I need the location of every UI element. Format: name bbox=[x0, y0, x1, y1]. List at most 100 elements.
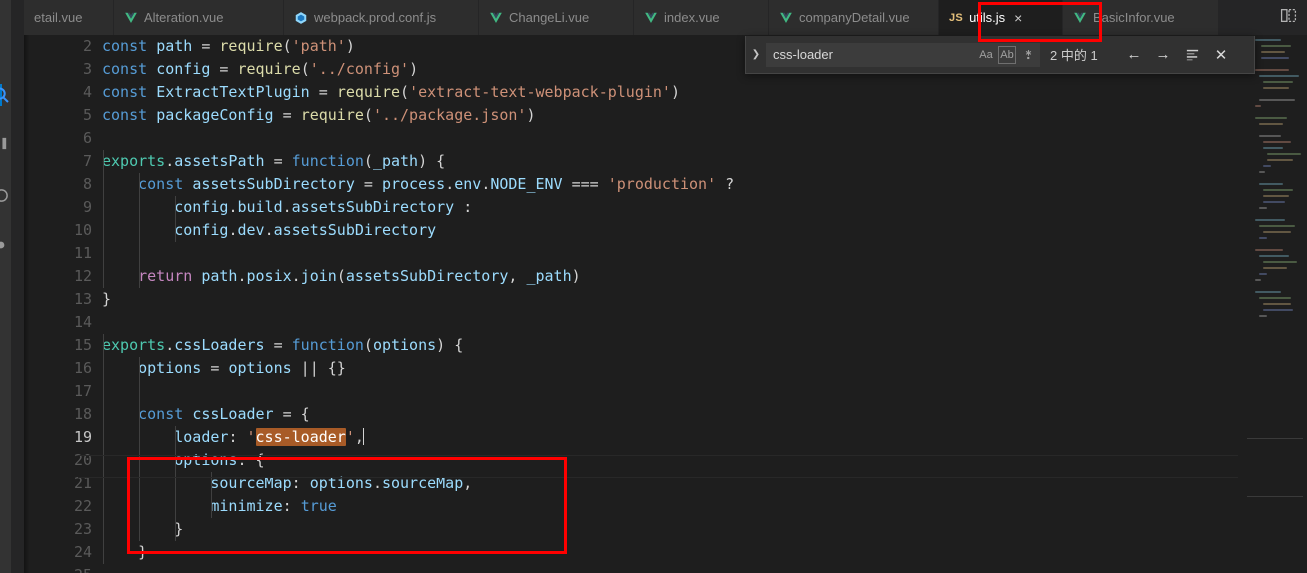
code-line: loader: 'css-loader', bbox=[174, 428, 364, 446]
code-content[interactable]: const path = require('path') const config… bbox=[102, 35, 1307, 573]
code-line: minimize: true bbox=[210, 497, 337, 515]
vue-icon bbox=[644, 11, 658, 25]
minimap-line bbox=[1259, 297, 1291, 299]
vue-icon bbox=[489, 11, 503, 25]
tab-label: index.vue bbox=[664, 10, 720, 25]
minimap-line bbox=[1261, 51, 1285, 53]
minimap[interactable] bbox=[1245, 35, 1307, 573]
minimap-line bbox=[1263, 141, 1291, 143]
minimap-line bbox=[1255, 117, 1287, 119]
find-next-button[interactable]: → bbox=[1153, 45, 1173, 65]
tab-label: Alteration.vue bbox=[144, 10, 224, 25]
code-line: } bbox=[102, 520, 184, 538]
vue-icon bbox=[124, 11, 138, 25]
minimap-line bbox=[1263, 189, 1293, 191]
code-line: } bbox=[102, 543, 148, 561]
line-number: 14 bbox=[73, 313, 92, 331]
minimap-line bbox=[1263, 309, 1293, 311]
editor-actions bbox=[1270, 0, 1307, 35]
tab-label: ChangeLi.vue bbox=[509, 10, 590, 25]
minimap-line bbox=[1255, 291, 1281, 293]
tab-changeli-vue[interactable]: ChangeLi.vue× bbox=[479, 0, 634, 35]
minimap-line bbox=[1263, 165, 1271, 167]
toggle-replace-icon[interactable]: ❯ bbox=[746, 36, 766, 74]
code-line: config.dev.assetsSubDirectory bbox=[174, 221, 437, 239]
vue-icon bbox=[1073, 11, 1087, 25]
find-match-count: 2 中的 1 bbox=[1050, 48, 1098, 63]
minimap-line bbox=[1255, 219, 1285, 221]
code-line: const assetsSubDirectory = process.env.N… bbox=[138, 175, 735, 193]
tab-label: utils.js bbox=[969, 10, 1006, 25]
line-number: 25 bbox=[24, 564, 92, 573]
minimap-line bbox=[1259, 171, 1265, 173]
minimap-line bbox=[1255, 279, 1261, 281]
minimap-line bbox=[1263, 303, 1291, 305]
find-input-value: css-loader bbox=[773, 46, 833, 62]
minimap-line bbox=[1259, 225, 1295, 227]
minimap-line bbox=[1267, 153, 1301, 155]
line-number: 2 bbox=[82, 37, 92, 55]
find-input[interactable]: css-loader Aa Ab bbox=[766, 42, 1040, 67]
line-number: 18 bbox=[73, 405, 92, 423]
minimap-decoration bbox=[1247, 496, 1303, 497]
tab-basicinfor-vue[interactable]: BasicInfor.vue× bbox=[1063, 0, 1219, 35]
code-line: } bbox=[102, 290, 112, 308]
code-editor[interactable]: 2345678910111213141516171819202122232425… bbox=[24, 35, 1307, 573]
vue-icon bbox=[779, 11, 793, 25]
tab-index-vue[interactable]: index.vue× bbox=[634, 0, 769, 35]
tab-close-icon[interactable]: × bbox=[1011, 10, 1025, 26]
line-number: 7 bbox=[82, 152, 92, 170]
vscode-window: etail.vue×Alteration.vue×webpack.prod.co… bbox=[0, 0, 1307, 573]
indent-guide bbox=[139, 357, 141, 541]
line-number: 8 bbox=[82, 175, 92, 193]
line-number: 22 bbox=[73, 497, 92, 515]
line-number-gutter: 2345678910111213141516171819202122232425 bbox=[24, 35, 102, 573]
minimap-line bbox=[1261, 57, 1289, 59]
tab-label: etail.vue bbox=[34, 10, 83, 25]
code-line: const path = require('path') bbox=[102, 37, 355, 55]
line-number: 11 bbox=[73, 244, 92, 262]
whole-word-icon[interactable]: Ab bbox=[997, 45, 1017, 65]
tab-utils-js[interactable]: JS utils.js × bbox=[939, 0, 1063, 35]
indent-guide bbox=[103, 150, 104, 288]
line-number: 6 bbox=[82, 129, 92, 147]
current-line-highlight bbox=[78, 455, 1238, 478]
minimap-line bbox=[1255, 69, 1289, 71]
indent-guide bbox=[175, 426, 177, 541]
webpack-icon bbox=[294, 11, 308, 25]
indent-guide bbox=[103, 334, 104, 564]
line-number: 16 bbox=[73, 359, 92, 377]
code-line: const ExtractTextPlugin = require('extra… bbox=[102, 83, 680, 101]
find-widget[interactable]: ❯ css-loader Aa Ab 2 中的 1 ← → ✕ bbox=[745, 36, 1255, 74]
code-line: return path.posix.join(assetsSubDirector… bbox=[138, 267, 581, 285]
text-cursor bbox=[362, 428, 364, 445]
line-number: 23 bbox=[73, 520, 92, 538]
minimap-line bbox=[1263, 267, 1287, 269]
tab-companydetail-vue[interactable]: companyDetail.vue× bbox=[769, 0, 939, 35]
minimap-line bbox=[1259, 207, 1267, 209]
line-number: 4 bbox=[82, 83, 92, 101]
minimap-line bbox=[1263, 195, 1289, 197]
minimap-line bbox=[1259, 255, 1289, 257]
close-find-button[interactable]: ✕ bbox=[1211, 45, 1231, 65]
code-line: config.build.assetsSubDirectory : bbox=[174, 198, 473, 216]
minimap-line bbox=[1255, 39, 1281, 41]
minimap-decoration bbox=[1247, 438, 1303, 439]
find-previous-button[interactable]: ← bbox=[1124, 45, 1144, 65]
minimap-line bbox=[1259, 123, 1283, 125]
find-in-selection-icon[interactable] bbox=[1182, 45, 1202, 65]
match-case-icon[interactable]: Aa bbox=[976, 45, 996, 65]
line-number: 19 bbox=[73, 428, 92, 446]
tab-alteration-vue[interactable]: Alteration.vue× bbox=[114, 0, 284, 35]
tab-webpack-prod-conf-js[interactable]: webpack.prod.conf.js× bbox=[284, 0, 479, 35]
split-editor-icon[interactable] bbox=[1280, 7, 1297, 29]
line-number: 3 bbox=[82, 60, 92, 78]
code-line: exports.cssLoaders = function(options) { bbox=[102, 336, 464, 354]
search-match-highlight: css-loader bbox=[255, 428, 346, 446]
minimap-line bbox=[1259, 99, 1295, 101]
minimap-line bbox=[1259, 183, 1283, 185]
regex-icon[interactable] bbox=[1018, 45, 1038, 65]
tab-etail-vue[interactable]: etail.vue× bbox=[24, 0, 114, 35]
minimap-line bbox=[1263, 87, 1289, 89]
minimap-line bbox=[1263, 81, 1293, 83]
